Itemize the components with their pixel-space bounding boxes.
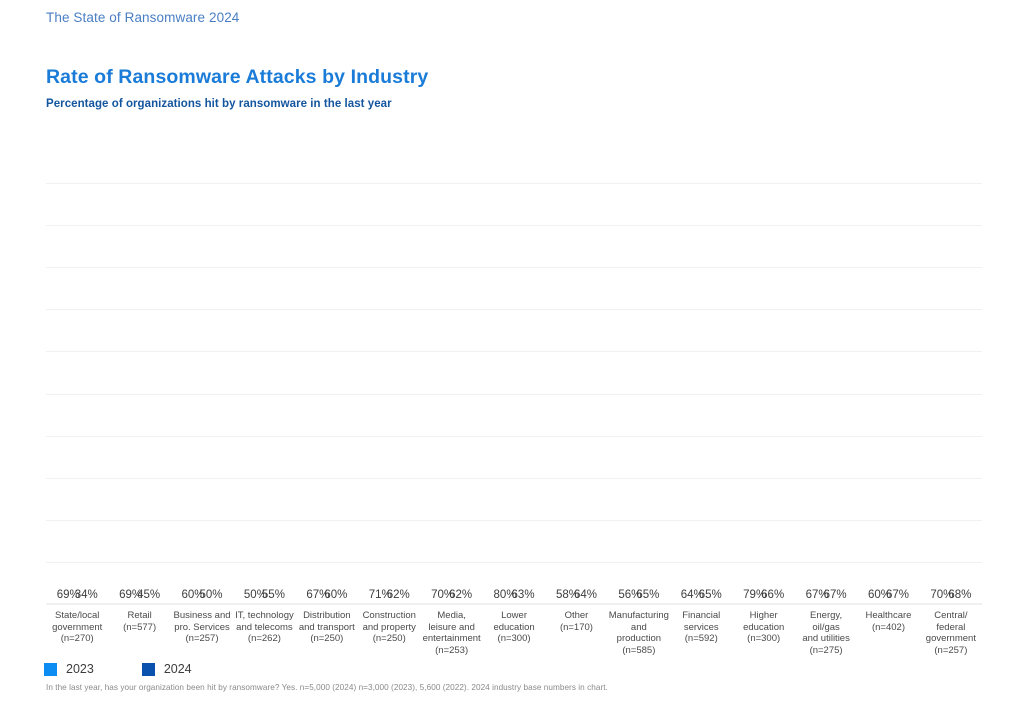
bar-value-label: 66%: [761, 589, 785, 601]
bar-group: 56% 65%: [608, 183, 670, 604]
legend-label: 2024: [163, 662, 192, 676]
bar-group: 69% 45%: [108, 183, 170, 604]
bar-group: 70% 62%: [420, 183, 482, 604]
bar-value-label: 65%: [636, 589, 660, 601]
bar-group: 50% 55%: [233, 183, 295, 604]
x-axis-label: Distribution and transport (n=250): [298, 610, 355, 644]
bar-group: 79% 66%: [732, 183, 794, 604]
x-axis-label: IT, technology and telecoms (n=262): [235, 610, 294, 644]
legend-swatch-icon: [44, 662, 57, 676]
bar-group: 60% 50%: [171, 183, 233, 604]
x-axis-label: Business and pro. Services (n=257): [173, 610, 231, 644]
x-axis-label: Other (n=170): [559, 610, 593, 633]
bar-value-label: 63%: [511, 589, 535, 601]
bar-value-label: 62%: [449, 589, 473, 601]
chart-legend: 2023 2024: [44, 662, 240, 676]
axis-baseline: [46, 603, 982, 604]
x-axis-label: Media, leisure and entertainment (n=253): [422, 610, 481, 656]
bar-value-label: 65%: [698, 589, 722, 601]
x-axis-label: Central/federal government (n=257): [925, 610, 976, 656]
legend-item-2023[interactable]: 2023: [44, 662, 94, 676]
legend-item-2024[interactable]: 2024: [141, 662, 192, 676]
bar-groups: 69% 34% 69% 45% 60% 50% 50% 55% 67% 60% 71% 62% 70% 6…: [46, 183, 982, 604]
bar-group: 64% 65%: [670, 183, 732, 604]
breadcrumb: The State of Ransomware 2024: [46, 10, 240, 25]
bar-value-label: 62%: [386, 589, 410, 601]
x-axis-label: Energy, oil/gas and utilities (n=275): [802, 610, 850, 656]
x-axis-label: Retail (n=577): [123, 610, 157, 633]
bar-group: 67% 60%: [296, 183, 358, 604]
bar-group: 69% 34%: [46, 183, 108, 604]
bar-value-label: 67%: [823, 589, 847, 601]
x-axis-label: State/local government (n=270): [52, 610, 103, 644]
bar-value-label: 68%: [948, 589, 972, 601]
x-axis-label: Manufacturing and production (n=585): [608, 610, 669, 656]
bar-value-label: 64%: [573, 589, 597, 601]
chart-footnote: In the last year, has your organization …: [46, 683, 608, 692]
legend-label: 2023: [66, 662, 94, 676]
chart-plot-area: 69% 34% 69% 45% 60% 50% 50% 55% 67% 60% 71% 62% 70% 6…: [46, 183, 982, 605]
chart-page: The State of Ransomware 2024 Rate of Ran…: [0, 0, 1028, 715]
bar-group: 71% 62%: [358, 183, 420, 604]
bar-group: 70% 68%: [920, 183, 982, 604]
bar-group: 58% 64%: [545, 183, 607, 604]
gridline: [46, 604, 982, 605]
legend-swatch-icon: [141, 662, 155, 676]
bar-value-label: 55%: [261, 589, 285, 601]
x-axis-label: Healthcare (n=402): [865, 610, 912, 633]
bar-value-label: 67%: [885, 589, 909, 601]
x-axis-label: Financial services (n=592): [682, 610, 721, 644]
bar-group: 80% 63%: [483, 183, 545, 604]
bar-group: 60% 67%: [857, 183, 919, 604]
bar-group: 67% 67%: [795, 183, 857, 604]
bar-value-label: 34%: [74, 589, 98, 601]
x-axis-label: Construction and property (n=250): [362, 610, 416, 644]
x-axis-label: Lower education (n=300): [493, 610, 535, 644]
page-subtitle: Percentage of organizations hit by ranso…: [46, 98, 392, 110]
page-title: Rate of Ransomware Attacks by Industry: [46, 66, 429, 88]
bar-value-label: 50%: [199, 589, 223, 601]
x-axis-label: Higher education (n=300): [743, 610, 785, 644]
bar-value-label: 60%: [324, 589, 348, 601]
x-axis-labels: State/local government (n=270) Retail (n=577…: [46, 610, 982, 656]
bar-value-label: 45%: [137, 589, 161, 601]
